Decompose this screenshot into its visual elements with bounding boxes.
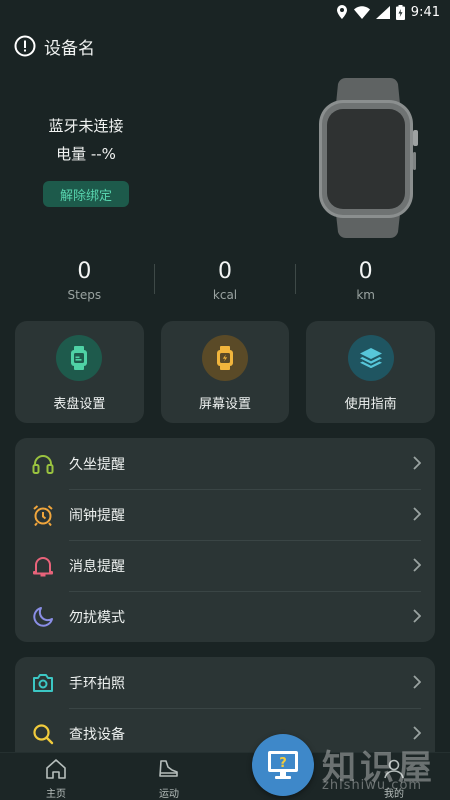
- home-icon: [45, 759, 67, 783]
- status-bar: 9:41: [0, 0, 450, 24]
- user-guide-label: 使用指南: [344, 397, 397, 412]
- camera-icon: [31, 671, 55, 695]
- stat-kcal: 0 kcal: [155, 258, 296, 308]
- svg-text:?: ?: [279, 756, 287, 771]
- alert-circle-icon[interactable]: [14, 35, 36, 57]
- steps-value: 0: [77, 259, 92, 284]
- sedentary-reminder-row[interactable]: 久坐提醒: [15, 438, 435, 489]
- bluetooth-status: 蓝牙未连接: [48, 117, 124, 135]
- smartwatch-image: [316, 78, 420, 244]
- stat-km: 0 km: [295, 258, 436, 308]
- watch-face-settings-card[interactable]: 表盘设置: [15, 321, 144, 423]
- battery-icon: [395, 4, 405, 20]
- search-icon: [31, 722, 55, 746]
- status-time: 9:41: [410, 4, 440, 20]
- location-icon: [336, 5, 348, 19]
- message-reminder-row[interactable]: 消息提醒: [15, 540, 435, 591]
- stat-steps: 0 Steps: [14, 258, 155, 308]
- stat-divider: [295, 264, 296, 294]
- watch-screen-icon: [202, 335, 248, 381]
- chevron-right-icon: [413, 557, 422, 576]
- alarm-reminder-label: 闹钟提醒: [69, 507, 125, 524]
- nav-sport[interactable]: 运动: [139, 759, 199, 800]
- signal-icon: [375, 5, 390, 19]
- bracelet-camera-label: 手环拍照: [69, 675, 125, 692]
- device-status: 蓝牙未连接 电量 --%: [30, 112, 142, 168]
- chevron-right-icon: [413, 608, 422, 627]
- kcal-unit: kcal: [212, 288, 238, 302]
- battery-level: 电量 --%: [56, 145, 116, 163]
- nav-home[interactable]: 主页: [26, 759, 86, 800]
- screen-settings-card[interactable]: 屏幕设置: [160, 321, 290, 423]
- bracelet-camera-row[interactable]: 手环拍照: [15, 657, 435, 708]
- chevron-right-icon: [413, 506, 422, 525]
- user-guide-card[interactable]: 使用指南: [306, 321, 436, 423]
- watch-face-settings-label: 表盘设置: [53, 397, 106, 412]
- km-value: 0: [358, 259, 373, 284]
- kcal-value: 0: [218, 259, 232, 284]
- watermark-url: zhishiwu.com: [322, 778, 423, 793]
- wifi-icon: [353, 5, 370, 19]
- watch-face-icon: [56, 335, 103, 381]
- moon-icon: [31, 605, 55, 629]
- bell-icon: [31, 554, 55, 578]
- quick-actions: 表盘设置 屏幕设置 使用指南: [15, 321, 436, 423]
- chevron-right-icon: [413, 455, 422, 474]
- alarm-clock-icon: [31, 503, 55, 527]
- alarm-reminder-row[interactable]: 闹钟提醒: [15, 489, 435, 540]
- nav-sport-label: 运动: [159, 789, 179, 800]
- device-name: 设备名: [44, 38, 95, 59]
- layers-icon: [347, 335, 394, 381]
- steps-unit: Steps: [67, 288, 102, 302]
- stat-divider: [154, 264, 155, 294]
- reminders-panel: 久坐提醒 闹钟提醒 消息提醒 勿扰模式: [15, 438, 435, 642]
- chevron-right-icon: [413, 674, 422, 693]
- header: 设备名: [14, 32, 95, 60]
- unbind-button[interactable]: 解除绑定: [43, 181, 129, 207]
- do-not-disturb-label: 勿扰模式: [69, 609, 125, 626]
- sedentary-reminder-label: 久坐提醒: [69, 456, 125, 473]
- activity-stats: 0 Steps 0 kcal 0 km: [14, 258, 436, 308]
- km-unit: km: [356, 288, 375, 302]
- headset-icon: [31, 452, 55, 476]
- help-monitor-icon[interactable]: ?: [252, 734, 314, 796]
- do-not-disturb-row[interactable]: 勿扰模式: [15, 591, 435, 642]
- message-reminder-label: 消息提醒: [69, 558, 125, 575]
- screen-settings-label: 屏幕设置: [199, 397, 252, 412]
- shoe-icon: [158, 759, 180, 783]
- find-device-label: 查找设备: [69, 726, 125, 743]
- nav-home-label: 主页: [46, 789, 66, 800]
